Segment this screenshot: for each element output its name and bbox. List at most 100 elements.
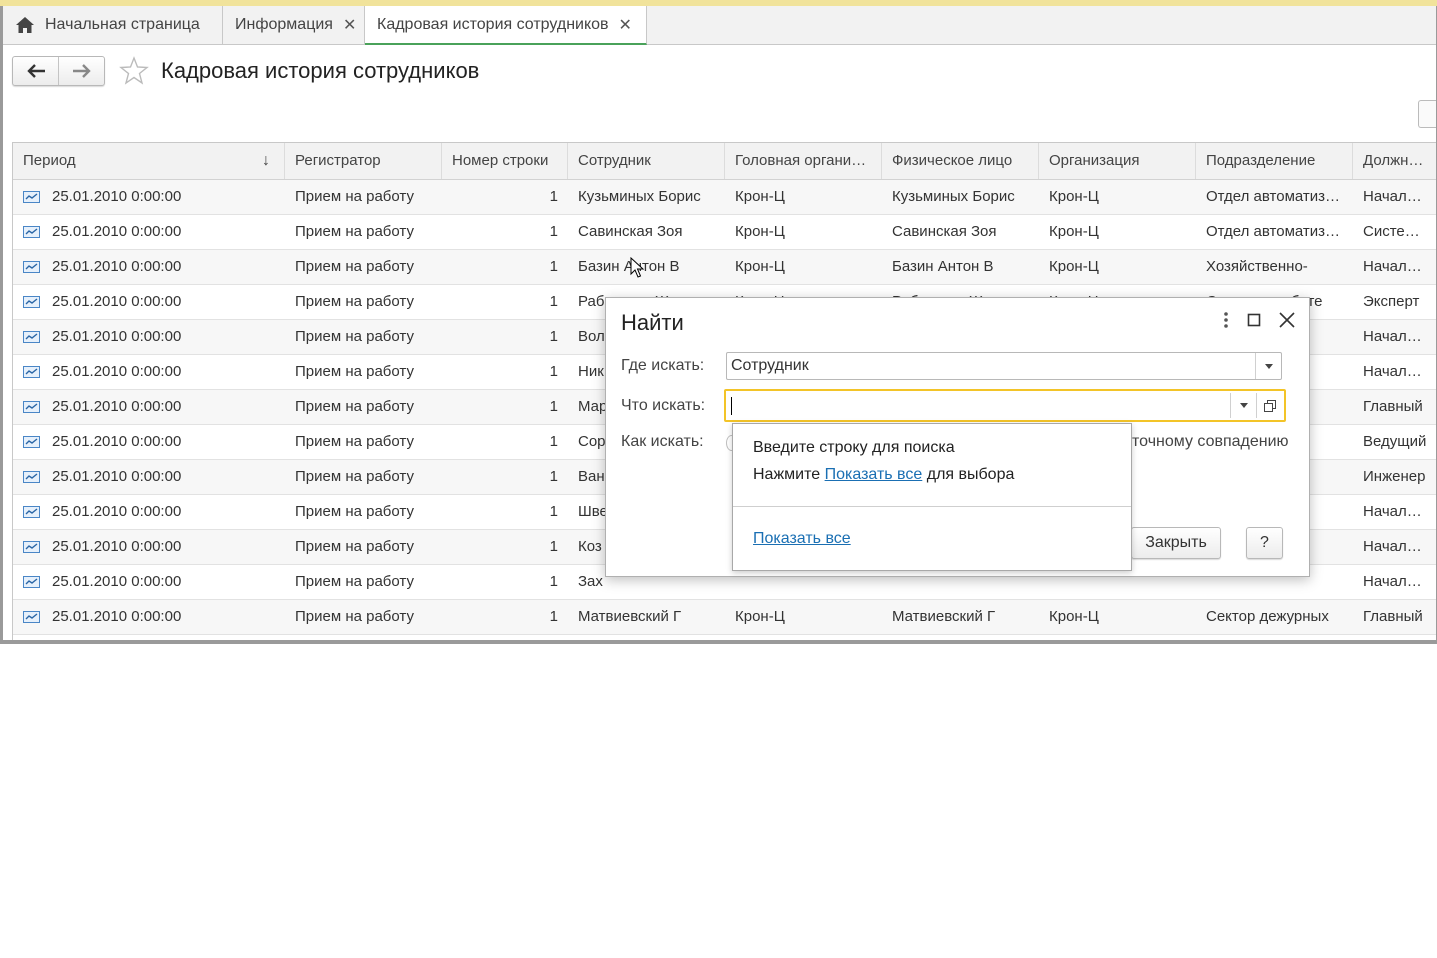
column-header[interactable]: Подразделение: [1196, 143, 1353, 179]
table-cell: Матвиевский Г: [892, 608, 996, 625]
open-window-icon: [1263, 399, 1276, 412]
help-button[interactable]: ?: [1246, 527, 1283, 559]
table-cell: Начальник: [1363, 328, 1437, 345]
table-cell: Прием на работу: [295, 258, 414, 275]
favorite-star-icon[interactable]: [119, 56, 149, 86]
table-cell: Крон-Ц: [1049, 223, 1099, 240]
more-vertical-icon[interactable]: [1223, 312, 1229, 328]
table-cell: 1: [549, 468, 558, 485]
close-icon[interactable]: ✕: [343, 15, 356, 35]
dialog-controls: [1223, 312, 1295, 328]
tab-hr-history[interactable]: Кадровая история сотрудников ✕: [365, 6, 647, 45]
forward-button[interactable]: [58, 57, 104, 85]
table-cell: Инженер: [1363, 468, 1426, 485]
column-header[interactable]: Организация: [1039, 143, 1196, 179]
table-cell: Крон-Ц: [735, 258, 785, 275]
exact-match-option[interactable]: точному совпадению: [1132, 433, 1289, 451]
back-button[interactable]: [13, 57, 58, 85]
what-search-field[interactable]: [724, 389, 1286, 422]
table-cell: Ведущий: [1353, 635, 1436, 640]
table-cell: Главный: [1363, 398, 1423, 415]
table-cell: 1: [549, 433, 558, 450]
table-cell: Крон-Ц: [1049, 608, 1099, 625]
record-icon: [23, 611, 40, 624]
table-cell: Крон-Ц: [735, 608, 785, 625]
mouse-cursor-icon: [630, 257, 644, 278]
table-cell: 25.01.2010 0:00:00: [13, 180, 285, 214]
table-cell: Главный: [1363, 608, 1423, 625]
table-row[interactable]: 25.01.2010 0:00:00 Прием на работу 1 Савинс…: [13, 215, 1437, 250]
table-cell: 1: [549, 223, 558, 240]
table-cell: Начальник: [1363, 363, 1437, 380]
table-cell: Хозяйственно-: [1206, 258, 1308, 275]
column-header[interactable]: Сотрудник: [568, 143, 725, 179]
table-cell: Прием на работу: [295, 293, 414, 310]
table-cell: Сектор дежурных: [1196, 635, 1353, 640]
table-cell: 1: [549, 398, 558, 415]
table-cell: 25.01.2010 0:00:00: [13, 635, 285, 640]
table-cell: 25.01.2010 0:00:00: [13, 390, 285, 424]
close-icon[interactable]: ✕: [619, 15, 632, 35]
table-cell: 1: [549, 503, 558, 520]
tab-home-label: Начальная страница: [45, 16, 200, 33]
table-cell: Прием на работу: [285, 635, 442, 640]
maximize-icon[interactable]: [1247, 313, 1261, 327]
table-cell: 1: [549, 293, 558, 310]
table-cell: Отдел автоматизации: [1206, 188, 1353, 205]
column-header[interactable]: Период ↓: [13, 143, 285, 179]
table-cell: Базин Антон В: [892, 258, 994, 275]
record-icon: [23, 226, 40, 239]
table-row[interactable]: 25.01.2010 0:00:00 Прием на работу 1 Базин …: [13, 250, 1436, 285]
dialog-title: Найти: [621, 310, 684, 335]
table-cell: 1: [549, 608, 558, 625]
table-cell: 25.01.2010 0:00:00: [13, 565, 285, 599]
chevron-down-icon: [1239, 403, 1248, 408]
table-cell: Прием на работу: [295, 223, 414, 240]
page-toolbar: Кадровая история сотрудников: [12, 56, 479, 86]
table-cell: 1: [549, 363, 558, 380]
table-cell: 1: [549, 258, 558, 275]
column-header[interactable]: Физическое лицо: [882, 143, 1039, 179]
table-cell: Крон-Ц: [735, 223, 785, 240]
column-header[interactable]: Регистратор: [285, 143, 442, 179]
close-icon[interactable]: [1279, 312, 1295, 328]
table-row[interactable]: 25.01.2010 0:00:00 Прием на работу 1 Матвие…: [13, 600, 1436, 635]
nav-buttons: [12, 56, 105, 86]
dropdown-button[interactable]: [1230, 393, 1256, 418]
column-header[interactable]: Должность: [1353, 143, 1436, 179]
table-cell: 25.01.2010 0:00:00: [13, 495, 285, 529]
hint-text: Введите строку для поиска: [753, 439, 955, 456]
show-all-inline-link[interactable]: Показать все: [825, 466, 923, 483]
table-cell: Крон-Ц: [735, 188, 785, 205]
table-cell: 1: [549, 328, 558, 345]
what-label: Что искать:: [621, 397, 706, 414]
table-cell: 1: [442, 635, 568, 640]
table-cell: Отдел автоматизации: [1206, 223, 1353, 240]
table-cell: 25.01.2010 0:00:00: [13, 355, 285, 389]
table-cell: Прием на работу: [295, 433, 414, 450]
column-header[interactable]: Номер строки: [442, 143, 568, 179]
record-icon: [23, 331, 40, 344]
tab-home[interactable]: Начальная страница: [3, 6, 223, 44]
what-input[interactable]: [730, 395, 1224, 419]
table-cell: 25.01.2010 0:00:00: [13, 530, 285, 564]
table-cell: Прием на работу: [295, 363, 414, 380]
where-combobox[interactable]: Сотрудник: [726, 352, 1282, 380]
dropdown-button[interactable]: [1255, 353, 1281, 379]
table-cell: Савинская Зоя: [892, 223, 997, 240]
column-header[interactable]: Головная организация: [725, 143, 882, 179]
open-button[interactable]: [1256, 393, 1282, 418]
table-cell: 25.01.2010 0:00:00: [13, 425, 285, 459]
tab-info[interactable]: Информация ✕: [223, 6, 365, 44]
close-button[interactable]: Закрыть: [1131, 527, 1221, 559]
table-cell: Системный: [1363, 223, 1437, 240]
record-icon: [23, 576, 40, 589]
show-all-link[interactable]: Показать все: [753, 530, 851, 548]
table-cell: Кузьминых Борис: [892, 188, 1015, 205]
table-row[interactable]: 25.01.2010 0:00:00Прием на работу1Войцех…: [13, 635, 1436, 640]
search-hint-popup: Введите строку для поиска Нажмите Показа…: [732, 423, 1132, 571]
chevron-down-icon: [1264, 363, 1273, 369]
table-header: Период ↓ Регистратор Номер строки Сотрудн…: [13, 143, 1436, 180]
search-field-stub[interactable]: [1418, 100, 1436, 128]
table-row[interactable]: 25.01.2010 0:00:00 Прием на работу 1 Кузьми…: [13, 180, 1436, 215]
